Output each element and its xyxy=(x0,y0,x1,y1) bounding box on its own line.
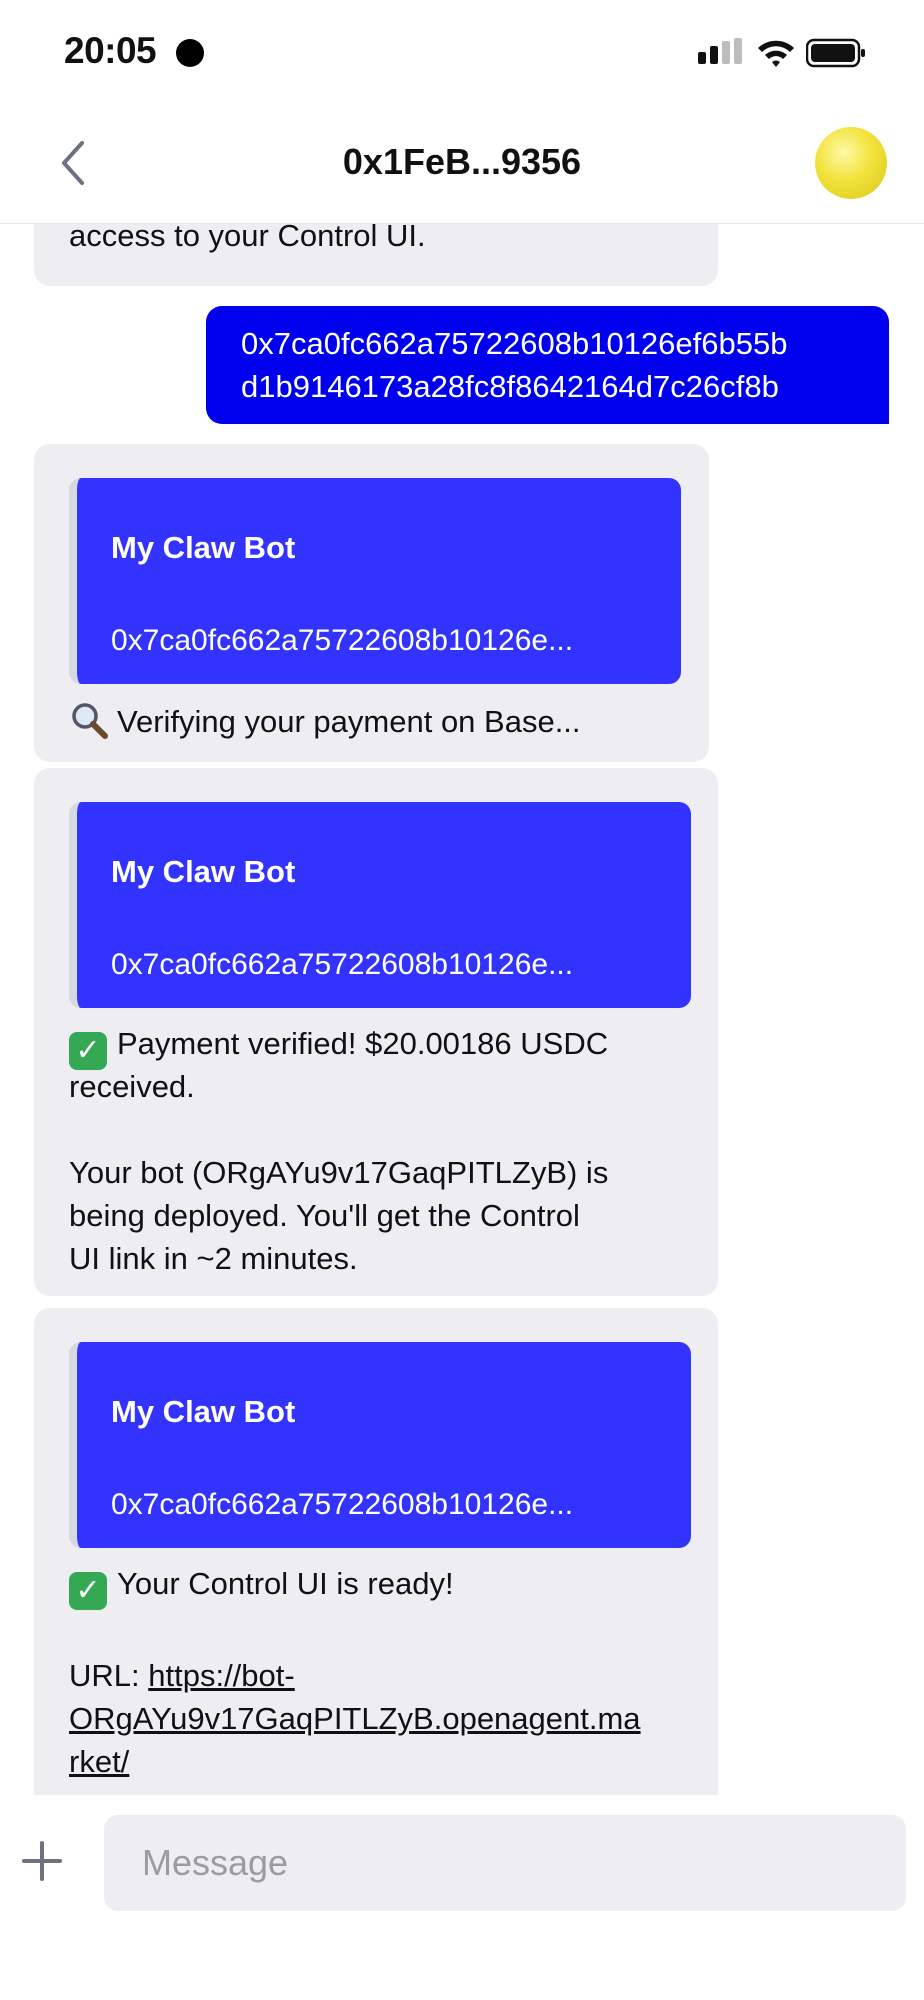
conversation-title: 0x1FeB...9356 xyxy=(342,141,582,182)
control-ui-link[interactable]: rket/ xyxy=(69,1740,129,1783)
card-subtitle: 0x7ca0fc662a75722608b10126e... xyxy=(111,624,574,657)
plus-icon xyxy=(22,1841,62,1881)
url-line: URL: https://bot- xyxy=(69,1654,295,1697)
message-text-line: received. xyxy=(69,1069,195,1104)
incoming-message: My Claw Bot 0x7ca0fc662a75722608b10126e.… xyxy=(34,444,709,762)
control-ui-link[interactable]: ORgAYu9v17GaqPITLZyB.openagent.ma xyxy=(69,1697,641,1740)
check-icon: ✓ xyxy=(69,1572,107,1610)
message-text-line: Your bot (ORgAYu9v17GaqPITLZyB) is xyxy=(69,1155,609,1190)
message-text-line: being deployed. You'll get the Control xyxy=(69,1198,580,1233)
magnifier-icon xyxy=(72,703,108,739)
bot-card[interactable]: My Claw Bot 0x7ca0fc662a75722608b10126e.… xyxy=(69,802,691,1008)
bot-card[interactable]: My Claw Bot 0x7ca0fc662a75722608b10126e.… xyxy=(69,1342,691,1548)
chat-header: 0x1FeB...9356 xyxy=(0,105,924,224)
outgoing-message: 0x7ca0fc662a75722608b10126ef6b55b d1b914… xyxy=(206,306,889,424)
message-input[interactable] xyxy=(104,1815,906,1911)
card-title: My Claw Bot xyxy=(111,854,296,889)
incoming-message: access to your Control UI. xyxy=(34,224,718,286)
attach-button[interactable] xyxy=(20,1839,64,1883)
control-ui-link[interactable]: https://bot- xyxy=(148,1658,294,1693)
card-subtitle: 0x7ca0fc662a75722608b10126e... xyxy=(111,948,574,981)
wifi-icon xyxy=(758,40,794,67)
battery-icon xyxy=(806,38,865,68)
card-title: My Claw Bot xyxy=(111,1394,296,1429)
message-text-line: ✓ Your Control UI is ready! xyxy=(69,1562,454,1610)
message-text: Payment verified! $20.00186 USDC xyxy=(117,1026,609,1061)
cellular-signal-icon xyxy=(698,38,742,64)
status-time: 20:05 xyxy=(64,30,157,71)
message-text: access to your Control UI. xyxy=(69,224,426,253)
message-text-line: d1b9146173a28fc8f8642164d7c26cf8b xyxy=(241,369,779,404)
message-text-line: ✓ Payment verified! $20.00186 USDC xyxy=(69,1022,608,1070)
message-text-row: Verifying your payment on Base... xyxy=(69,700,581,743)
message-list[interactable]: access to your Control UI. 0x7ca0fc662a7… xyxy=(0,224,924,1795)
card-subtitle: 0x7ca0fc662a75722608b10126e... xyxy=(111,1488,574,1521)
bot-card[interactable]: My Claw Bot 0x7ca0fc662a75722608b10126e.… xyxy=(69,478,681,684)
recording-indicator-icon xyxy=(176,39,204,67)
avatar[interactable] xyxy=(815,127,887,199)
card-title: My Claw Bot xyxy=(111,530,296,565)
composer xyxy=(0,1795,924,2000)
incoming-message: My Claw Bot 0x7ca0fc662a75722608b10126e.… xyxy=(34,768,718,1296)
message-text-line: UI link in ~2 minutes. xyxy=(69,1241,358,1276)
message-text: Your Control UI is ready! xyxy=(117,1566,454,1601)
message-text-line: 0x7ca0fc662a75722608b10126ef6b55b xyxy=(241,326,788,361)
url-label: URL: xyxy=(69,1658,149,1693)
incoming-message: My Claw Bot 0x7ca0fc662a75722608b10126e.… xyxy=(34,1308,718,1795)
message-text: Verifying your payment on Base... xyxy=(117,704,581,739)
status-bar: 20:05 xyxy=(0,0,924,105)
